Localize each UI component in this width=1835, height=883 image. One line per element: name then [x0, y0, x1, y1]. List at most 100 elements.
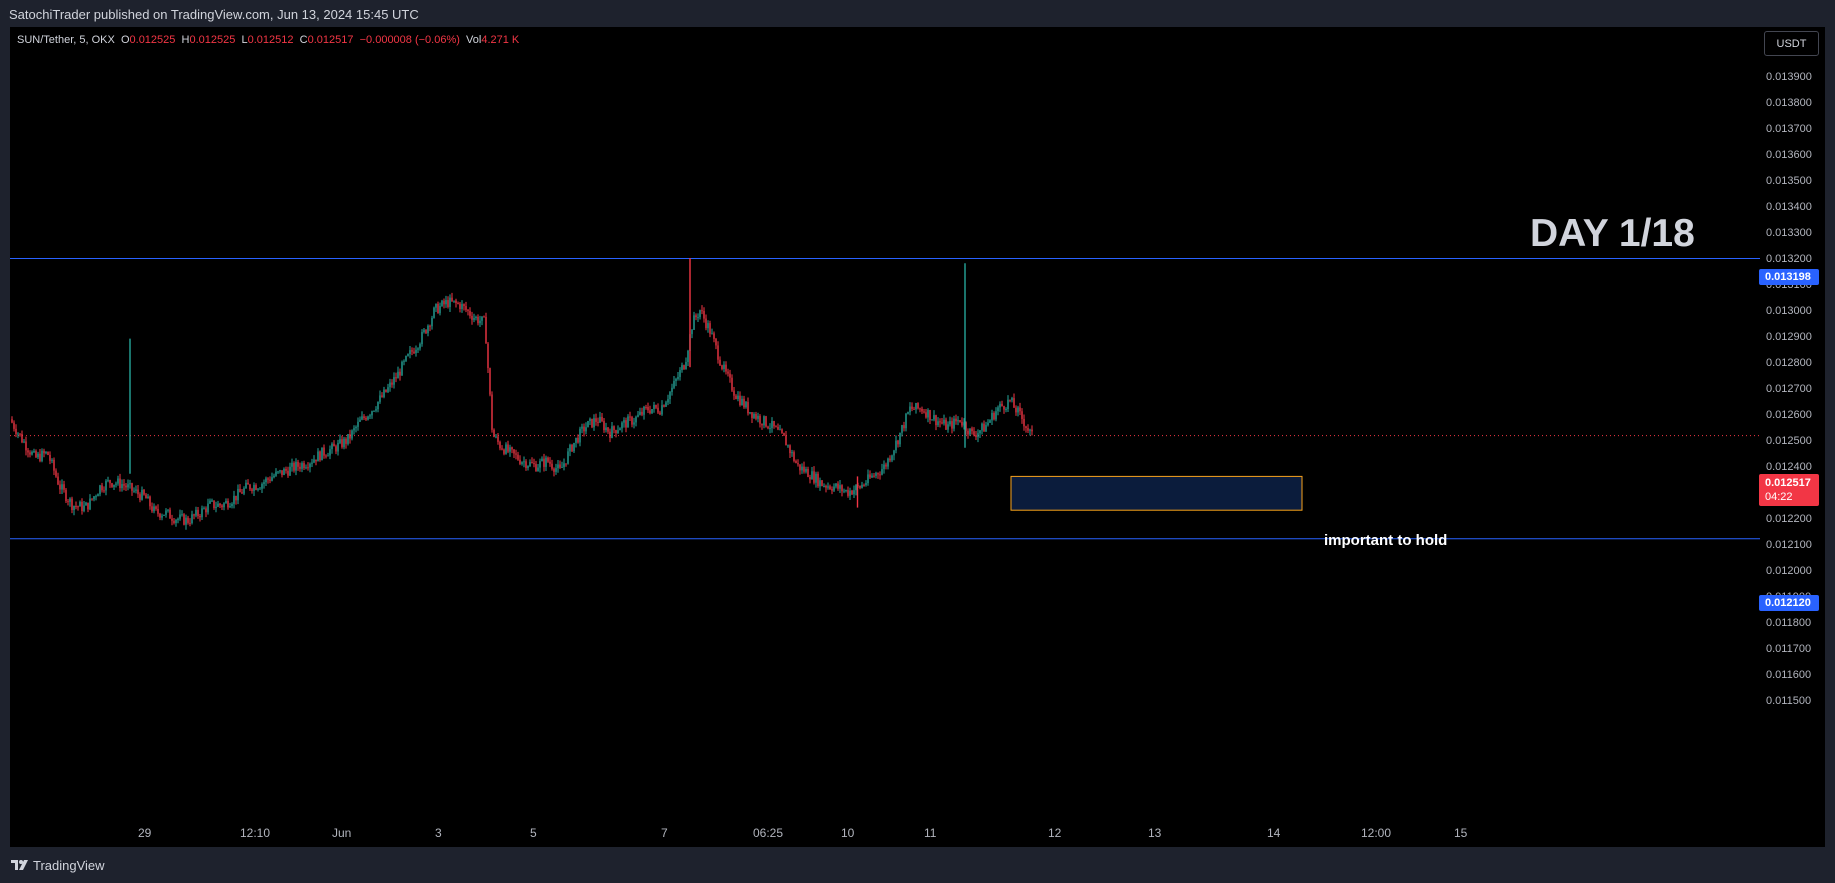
candle-body — [459, 303, 461, 310]
candle-body — [511, 447, 513, 450]
candle-body — [399, 371, 401, 376]
candle-body — [483, 316, 485, 318]
candle-body — [751, 412, 753, 418]
candle-body — [1029, 429, 1031, 431]
candle-body — [353, 428, 355, 431]
candle-body — [43, 450, 45, 454]
candle-body — [221, 505, 223, 508]
candle-body — [691, 329, 693, 335]
candle-body — [121, 484, 123, 489]
candle-body — [717, 345, 719, 360]
candle-body — [1005, 409, 1007, 411]
candle-body — [875, 473, 877, 476]
candle-body — [765, 416, 767, 427]
tradingview-brand[interactable]: TradingView — [33, 858, 105, 873]
candle-body — [421, 332, 423, 345]
candle-body — [267, 478, 269, 480]
candle-body — [693, 315, 695, 330]
candle-body — [833, 486, 835, 491]
candle-body — [143, 489, 145, 495]
candle-body — [503, 449, 505, 454]
candle-body — [551, 463, 553, 469]
candle-body — [797, 463, 799, 465]
candle-body — [967, 430, 969, 435]
candle-body — [901, 425, 903, 433]
candle-body — [623, 420, 625, 423]
candle-body — [133, 490, 135, 492]
candle-body — [247, 482, 249, 485]
candle-body — [933, 415, 935, 420]
candle-body — [547, 457, 549, 462]
candle-body — [793, 452, 795, 461]
candle-body — [949, 421, 951, 425]
candle-body — [849, 490, 851, 496]
candle-body — [455, 300, 457, 304]
candle-body — [25, 441, 27, 451]
candle-body — [987, 422, 989, 426]
candle-body — [643, 406, 645, 415]
candle-body — [93, 496, 95, 500]
candle-body — [17, 433, 19, 435]
chart-pane[interactable]: 0.013900 0.013800 0.013700 0.013600 0.013500… — [10, 27, 1825, 847]
candle-body — [873, 475, 875, 477]
chart-canvas[interactable]: 0.013900 0.013800 0.013700 0.013600 0.013500… — [10, 27, 1825, 847]
candle-body — [321, 447, 323, 461]
candle-body — [945, 419, 947, 430]
symbol-name[interactable]: SUN/Tether, 5, OKX — [17, 34, 115, 46]
candle-body — [57, 476, 59, 485]
zone-annotation-text[interactable]: important to hold — [1324, 532, 1447, 549]
candle-body — [605, 427, 607, 431]
candle-body — [617, 430, 619, 434]
candle-body — [737, 395, 739, 399]
candle-body — [983, 423, 985, 432]
candle-body — [915, 403, 917, 410]
x-axis-tick-label: 3 — [435, 826, 442, 840]
candle-body — [45, 451, 47, 454]
x-axis-tick-label: 06:25 — [753, 826, 783, 840]
candle-body — [807, 469, 809, 478]
y-axis-tick-label: 0.012600 — [1766, 409, 1812, 421]
candle-body — [745, 402, 747, 408]
candle-body — [1001, 403, 1003, 407]
candle-body — [65, 489, 67, 502]
candle-body — [203, 508, 205, 510]
candle-body — [507, 444, 509, 452]
candle-body — [733, 390, 735, 396]
footer-bar — [0, 847, 1835, 883]
candle-body — [803, 466, 805, 472]
open-label: O — [120, 34, 130, 46]
candle-body — [375, 409, 377, 411]
candle-body — [847, 490, 849, 496]
candle-body — [49, 454, 51, 461]
candle-body — [961, 421, 963, 426]
tradingview-logo-icon[interactable] — [10, 858, 30, 872]
candle-body — [103, 490, 105, 492]
candle-body — [527, 466, 529, 469]
candle-body — [341, 439, 343, 448]
x-axis-tick-label: 12:00 — [1361, 826, 1391, 840]
candle-body — [897, 440, 899, 445]
current-price-tag: 0.012517 04:22 — [1759, 474, 1819, 506]
y-axis-tick-label: 0.013700 — [1766, 123, 1812, 135]
candle-body — [467, 309, 469, 311]
candle-body — [971, 428, 973, 432]
candle-body — [21, 433, 23, 443]
x-axis-tick-label: 10 — [841, 826, 855, 840]
x-axis-tick-label: 12 — [1048, 826, 1062, 840]
candle-body — [429, 325, 431, 327]
candle-body — [187, 517, 189, 523]
candle-body — [373, 410, 375, 412]
candle-body — [975, 435, 977, 438]
x-axis-tick-label: 7 — [661, 826, 668, 840]
candle-body — [903, 425, 905, 429]
x-axis-tick-label: 5 — [530, 826, 537, 840]
candle-body — [719, 359, 721, 366]
candle-body — [325, 455, 327, 457]
candle-body — [343, 438, 345, 448]
currency-button[interactable]: USDT — [1764, 31, 1819, 56]
day-counter-annotation[interactable]: DAY 1/18 — [1530, 212, 1695, 256]
candle-body — [407, 354, 409, 356]
candle-body — [239, 488, 241, 493]
y-axis-tick-label: 0.012500 — [1766, 435, 1812, 447]
candle-body — [801, 466, 803, 471]
